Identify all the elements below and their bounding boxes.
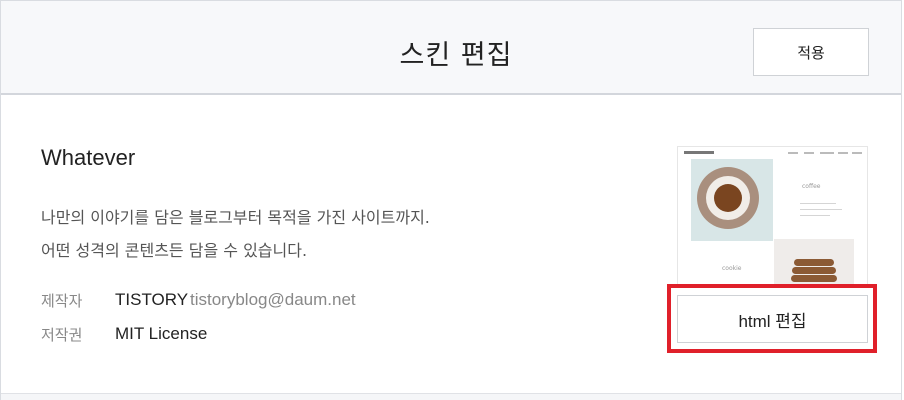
- cake-layer: [792, 267, 836, 274]
- skin-edit-header: 스킨 편집 적용: [1, 1, 901, 95]
- preview-coffee-photo: [691, 159, 773, 241]
- creator-name: TISTORY: [115, 290, 189, 309]
- creator-label: 제작자: [41, 292, 83, 310]
- preview-nav-item: [820, 152, 834, 154]
- html-edit-button[interactable]: html 편집: [677, 295, 868, 343]
- preview-nav-item: [838, 152, 848, 154]
- cake-layer: [791, 275, 837, 282]
- preview-cookie-text: cookie: [722, 265, 742, 272]
- preview-nav-item: [804, 152, 814, 154]
- skin-name: Whatever: [41, 145, 136, 170]
- cake-layer: [794, 259, 834, 266]
- skin-description-line1: 나만의 이야기를 담은 블로그부터 목적을 가진 사이트까지.: [41, 208, 430, 227]
- license-value: MIT License: [115, 324, 208, 343]
- skin-preview-thumbnail: coffee cookie: [677, 146, 868, 286]
- preview-text-line: [800, 209, 842, 210]
- preview-logo: [684, 151, 714, 154]
- skin-description-line2: 어떤 성격의 콘텐츠든 담을 수 있습니다.: [41, 241, 308, 260]
- preview-text-line: [800, 215, 830, 216]
- preview-text-line: [800, 203, 836, 204]
- preview-cake-photo: [774, 239, 854, 285]
- apply-button[interactable]: 적용: [753, 28, 869, 76]
- bottom-divider: [1, 393, 901, 400]
- preview-nav-item: [852, 152, 862, 154]
- preview-nav-item: [788, 152, 798, 154]
- license-label: 저작권: [41, 326, 83, 344]
- coffee-shape: [714, 184, 742, 212]
- preview-coffee-text: coffee: [802, 183, 821, 190]
- creator-email: tistoryblog@daum.net: [190, 290, 356, 309]
